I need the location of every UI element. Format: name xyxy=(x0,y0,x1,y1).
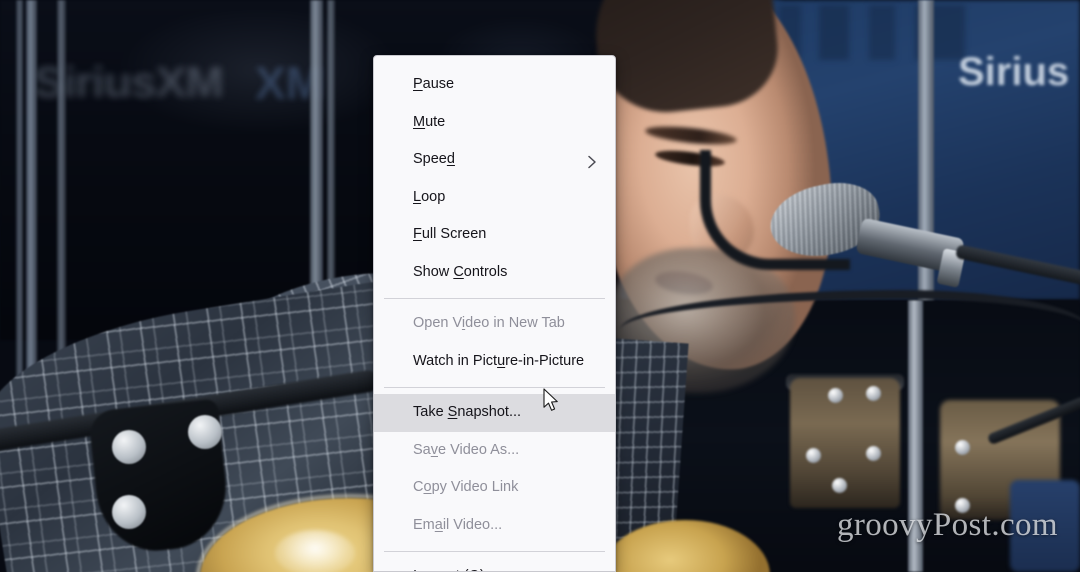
menu-item-label: Pause xyxy=(413,76,455,92)
menu-item-label: Copy Video Link xyxy=(413,479,519,495)
menu-separator xyxy=(384,550,605,552)
menu-item-label: Email Video... xyxy=(413,516,503,533)
drum-lug xyxy=(828,388,843,403)
menu-item-speed[interactable]: Speed xyxy=(374,141,615,179)
access-key: a xyxy=(434,516,443,533)
access-key: S xyxy=(447,404,458,420)
stand-knob xyxy=(112,430,146,464)
menu-separator xyxy=(384,386,605,388)
access-key: v xyxy=(430,441,438,458)
access-key: M xyxy=(413,113,426,130)
watermark: groovyPost.com xyxy=(836,507,1058,543)
menu-item-label: Take Snapshot... xyxy=(413,404,522,420)
studio-pole xyxy=(327,0,335,290)
drum-lug xyxy=(866,446,881,461)
menu-item-label: Inspect (Q) xyxy=(413,568,485,571)
menu-item-watch-in-picture-in-picture[interactable]: Watch in Picture-in-Picture xyxy=(374,343,615,381)
studio-pole xyxy=(918,0,934,330)
menu-item-label: Loop xyxy=(413,188,446,205)
access-key: F xyxy=(413,226,422,242)
access-key: P xyxy=(413,76,423,92)
video-context-menu[interactable]: Pause Mute Speed Loop Full Screen Show Contro… xyxy=(373,55,616,572)
menu-item-email-video: Email Video... xyxy=(374,507,615,545)
drum-lug xyxy=(955,440,970,455)
menu-item-inspect-q[interactable]: Inspect (Q) xyxy=(374,558,615,571)
menu-item-pause[interactable]: Pause xyxy=(374,66,615,104)
menu-item-show-controls[interactable]: Show Controls xyxy=(374,254,615,292)
menu-item-label: Mute xyxy=(413,113,446,130)
access-key: d xyxy=(446,151,455,167)
access-key: u xyxy=(497,352,506,369)
stand-knob xyxy=(112,495,146,529)
backdrop-sign-right: Sirius xyxy=(958,50,1070,94)
studio-pole xyxy=(310,0,323,300)
menu-item-full-screen[interactable]: Full Screen xyxy=(374,216,615,254)
menu-item-label: Open Video in New Tab xyxy=(413,315,565,331)
menu-item-label: Show Controls xyxy=(413,263,508,280)
menu-item-label: Save Video As... xyxy=(413,441,520,458)
menu-item-label: Full Screen xyxy=(413,226,487,242)
access-key: o xyxy=(423,479,432,495)
menu-item-label: Speed xyxy=(413,151,455,167)
menu-item-loop[interactable]: Loop xyxy=(374,179,615,217)
chevron-right-icon xyxy=(587,155,597,168)
guitar-highlight xyxy=(275,530,355,572)
access-key: i xyxy=(461,315,466,331)
menu-item-open-video-in-new-tab: Open Video in New Tab xyxy=(374,305,615,343)
menu-item-label: Watch in Picture-in-Picture xyxy=(413,352,585,369)
menu-item-take-snapshot[interactable]: Take Snapshot... xyxy=(374,394,615,432)
menu-item-copy-video-link: Copy Video Link xyxy=(374,469,615,507)
menu-item-mute[interactable]: Mute xyxy=(374,104,615,142)
menu-item-save-video-as: Save Video As... xyxy=(374,432,615,470)
stand-knob xyxy=(188,415,222,449)
drum-lug xyxy=(832,478,847,493)
drum-lug xyxy=(866,386,881,401)
menu-separator xyxy=(384,297,605,299)
drum-lug xyxy=(806,448,821,463)
access-key: L xyxy=(413,188,422,205)
access-key: C xyxy=(453,263,464,280)
